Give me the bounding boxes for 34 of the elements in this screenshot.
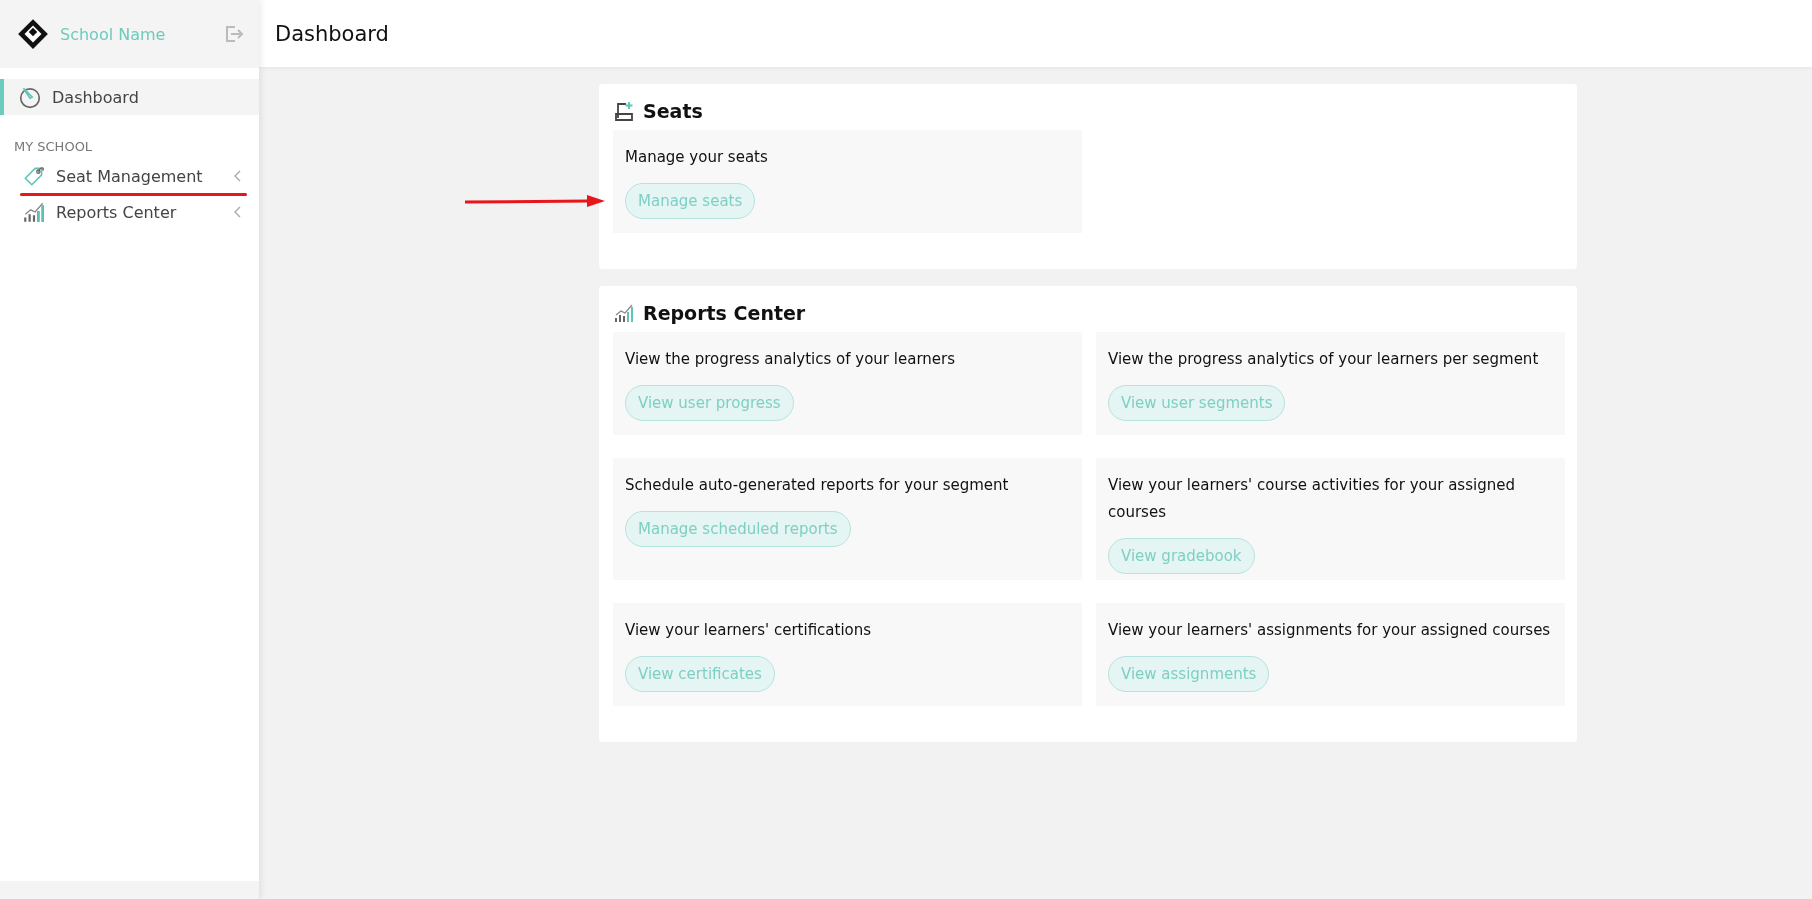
tile-description: Schedule auto-generated reports for your segment — [625, 475, 1010, 496]
action-button[interactable]: View user progress — [625, 385, 794, 421]
nav-label: Dashboard — [52, 87, 140, 107]
card-title: Reports Center — [643, 302, 806, 324]
tile-description: View your learners' course activities for your assigned courses — [1108, 475, 1516, 523]
tile-description: View the progress analytics of your learners — [625, 349, 956, 370]
chevron-icon — [233, 205, 243, 219]
chevron-icon — [233, 169, 243, 183]
nav-label: Seat Management — [56, 166, 204, 186]
nav-label: Reports Center — [56, 202, 178, 222]
seat-icon — [613, 100, 635, 122]
chart-icon — [613, 302, 635, 324]
nav-item[interactable]: Seat Management — [0, 158, 259, 194]
nav-item[interactable]: Reports Center — [0, 194, 259, 230]
tile-description: Manage your seats — [625, 147, 769, 168]
logout-icon[interactable] — [223, 23, 245, 45]
tile-description: View the progress analytics of your learners per segment — [1108, 349, 1540, 370]
section-title: MY SCHOOL — [13, 138, 94, 156]
tile-description: View your learners' assignments for your assigned courses — [1108, 620, 1552, 641]
chart-icon — [22, 200, 46, 224]
logo-icon — [16, 17, 50, 51]
action-button[interactable]: Manage scheduled reports — [625, 511, 851, 547]
action-button[interactable]: View assignments — [1108, 656, 1270, 692]
tile-description: View your learners' certifications — [625, 620, 873, 641]
action-button[interactable]: Manage seats — [625, 183, 756, 219]
school-name[interactable]: School Name — [60, 24, 213, 44]
action-button[interactable]: View user segments — [1108, 385, 1286, 421]
action-button[interactable]: View gradebook — [1108, 538, 1255, 574]
nav-item[interactable]: Dashboard — [0, 79, 259, 115]
dashboard-icon — [18, 85, 42, 109]
page-title: Dashboard — [275, 21, 389, 46]
tag-icon — [22, 164, 46, 188]
action-button[interactable]: View certificates — [625, 656, 775, 692]
card-title: Seats — [643, 100, 703, 122]
